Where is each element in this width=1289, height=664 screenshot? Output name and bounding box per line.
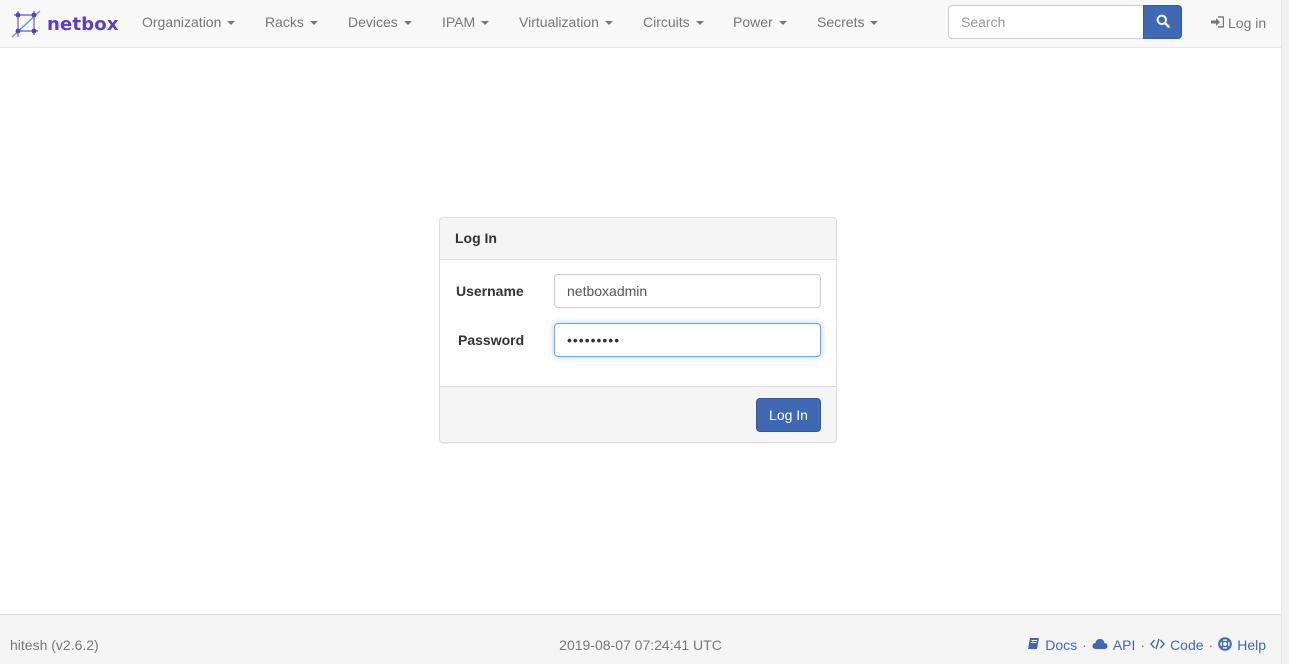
- login-nav-label: Log in: [1228, 15, 1267, 31]
- login-nav-link[interactable]: Log in: [1211, 0, 1266, 46]
- nav-devices-label: Devices: [348, 14, 398, 30]
- nav-circuits-dropdown[interactable]: Circuits: [643, 0, 704, 46]
- api-link[interactable]: API: [1092, 637, 1136, 653]
- help-link-label: Help: [1237, 637, 1266, 653]
- help-link[interactable]: Help: [1218, 636, 1266, 654]
- search-icon: [1156, 14, 1170, 31]
- docs-link[interactable]: Docs: [1027, 637, 1077, 653]
- search-button[interactable]: [1143, 5, 1182, 39]
- api-link-label: API: [1112, 637, 1136, 653]
- code-link-label: Code: [1170, 637, 1204, 653]
- cloud-icon: [1092, 637, 1113, 653]
- nav-virtualization-dropdown[interactable]: Virtualization: [519, 0, 613, 46]
- footer-separator: ·: [1082, 637, 1087, 653]
- nav-secrets-label: Secrets: [817, 14, 865, 30]
- nav-organization-dropdown[interactable]: Organization: [142, 0, 236, 46]
- life-ring-icon: [1218, 636, 1237, 654]
- password-row: Password: [440, 323, 836, 357]
- login-panel: Log In Username Password Log In: [439, 217, 837, 443]
- code-link[interactable]: Code: [1150, 637, 1204, 653]
- sign-in-icon: [1211, 1, 1228, 45]
- nav-racks-dropdown[interactable]: Racks: [265, 0, 318, 46]
- docs-link-label: Docs: [1045, 637, 1078, 653]
- caret-down-icon: [309, 21, 318, 26]
- nav-devices-dropdown[interactable]: Devices: [348, 0, 412, 46]
- login-panel-heading: Log In: [440, 218, 836, 260]
- caret-down-icon: [227, 21, 236, 26]
- caret-down-icon: [870, 21, 879, 26]
- footer-separator: ·: [1140, 637, 1146, 653]
- password-label: Password: [458, 332, 525, 348]
- caret-down-icon: [695, 21, 704, 26]
- netbox-logo-icon: [10, 9, 42, 39]
- nav-ipam-dropdown[interactable]: IPAM: [442, 0, 490, 46]
- nav-power-dropdown[interactable]: Power: [733, 0, 787, 46]
- username-field[interactable]: [554, 274, 821, 308]
- caret-down-icon: [481, 21, 490, 26]
- login-submit-button[interactable]: Log In: [756, 398, 821, 432]
- nav-virtualization-label: Virtualization: [519, 14, 599, 30]
- page-footer: hitesh (v2.6.2) 2019-08-07 07:24:41 UTC …: [0, 614, 1281, 664]
- footer-links: Docs · API · Code · Help: [1027, 615, 1266, 664]
- search-input[interactable]: [948, 5, 1144, 39]
- login-panel-footer: Log In: [440, 386, 836, 442]
- nav-organization-label: Organization: [142, 14, 222, 30]
- top-navbar: netbox Organization Racks Devices IPAM V…: [0, 0, 1281, 48]
- caret-down-icon: [604, 21, 613, 26]
- brand-name: netbox: [47, 13, 119, 35]
- code-icon: [1150, 637, 1170, 653]
- brand-logo-link[interactable]: netbox: [10, 8, 119, 40]
- nav-racks-label: Racks: [265, 14, 304, 30]
- username-row: Username: [440, 274, 836, 308]
- password-field[interactable]: [554, 323, 821, 357]
- nav-secrets-dropdown[interactable]: Secrets: [817, 0, 879, 46]
- username-label: Username: [456, 283, 524, 299]
- nav-circuits-label: Circuits: [643, 14, 690, 30]
- nav-power-label: Power: [733, 14, 773, 30]
- page-scrollbar[interactable]: [1281, 0, 1289, 664]
- caret-down-icon: [403, 21, 412, 26]
- footer-separator: ·: [1208, 637, 1214, 653]
- nav-ipam-label: IPAM: [442, 14, 476, 30]
- caret-down-icon: [778, 21, 787, 26]
- book-icon: [1027, 637, 1045, 653]
